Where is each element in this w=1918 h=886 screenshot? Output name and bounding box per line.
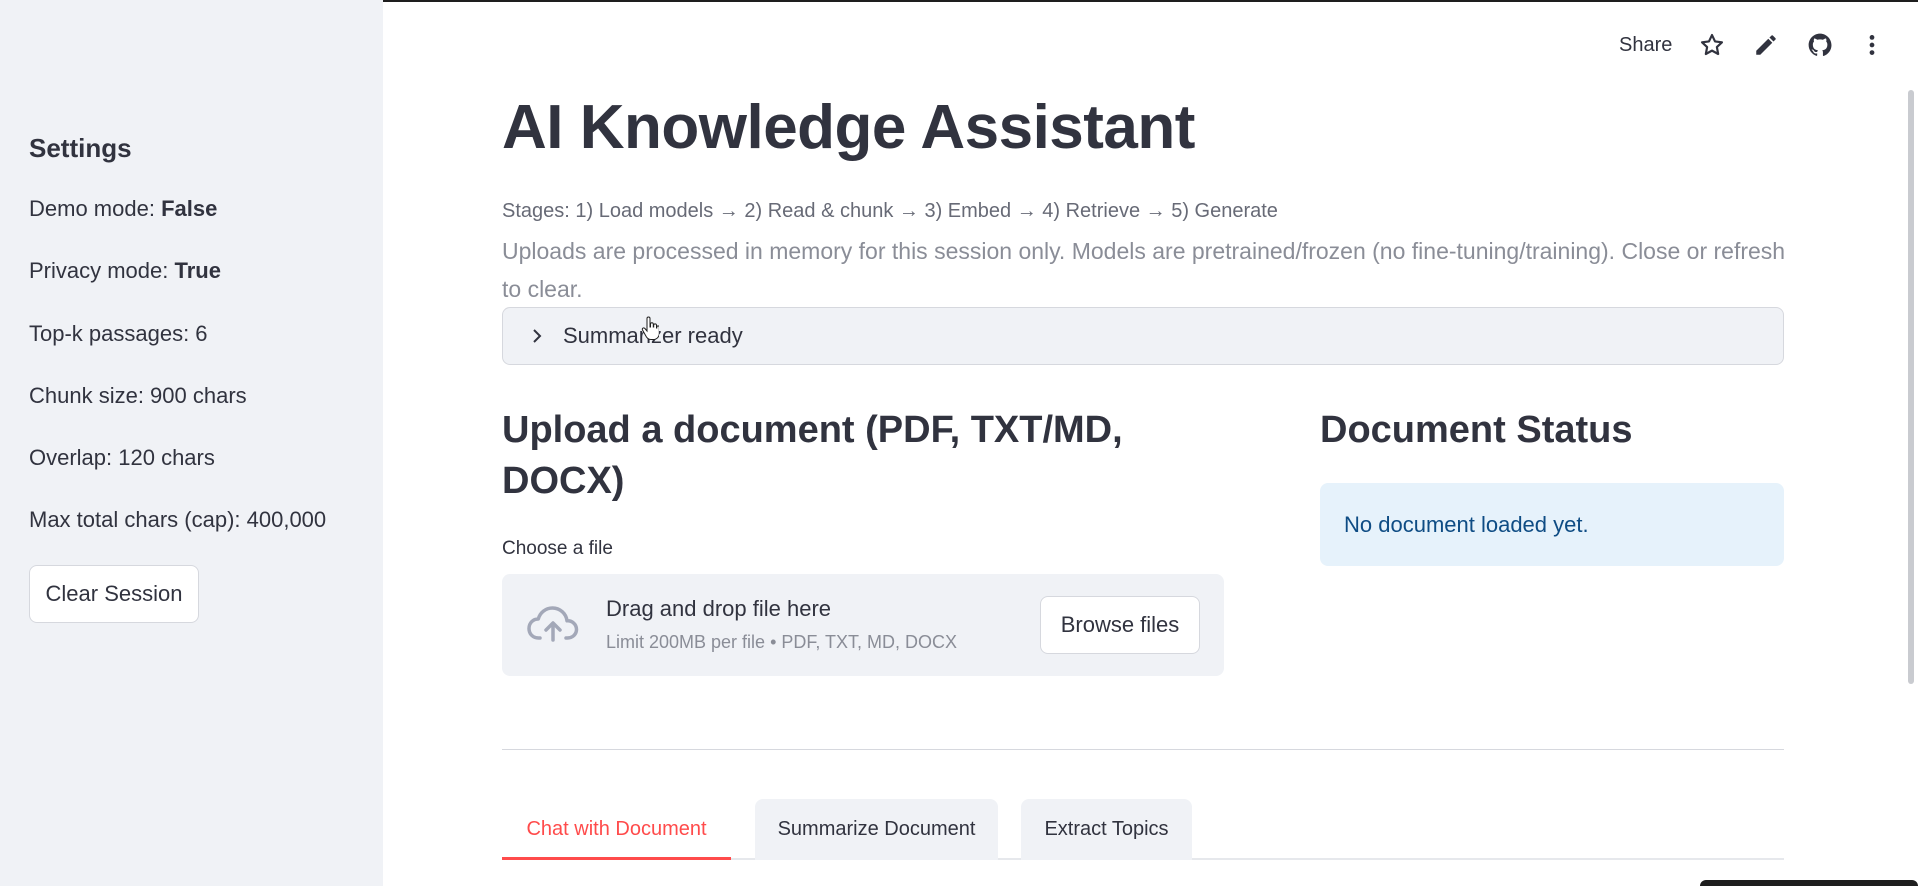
summarizer-expander[interactable]: Summarizer ready bbox=[502, 307, 1784, 365]
demo-mode-value: False bbox=[161, 196, 218, 221]
demo-mode-label: Demo mode: bbox=[29, 196, 162, 221]
edit-pencil-icon[interactable] bbox=[1753, 32, 1779, 58]
tab-chat-with-document[interactable]: Chat with Document bbox=[502, 799, 731, 860]
privacy-mode-label: Privacy mode: bbox=[29, 258, 175, 283]
github-icon[interactable] bbox=[1807, 32, 1833, 58]
file-dropzone[interactable]: Drag and drop file here Limit 200MB per … bbox=[502, 574, 1224, 676]
max-chars-setting: Max total chars (cap): 400,000 bbox=[29, 507, 327, 532]
page-title: AI Knowledge Assistant bbox=[502, 93, 1195, 162]
privacy-mode-value: True bbox=[174, 258, 221, 283]
status-message: No document loaded yet. bbox=[1344, 511, 1589, 537]
sidebar-title: Settings bbox=[29, 133, 132, 163]
document-status-heading: Document Status bbox=[1320, 409, 1633, 451]
privacy-note: Uploads are processed in memory for this… bbox=[502, 238, 1786, 302]
chevron-right-icon bbox=[533, 329, 542, 343]
active-tab-indicator bbox=[502, 857, 731, 860]
star-icon[interactable] bbox=[1699, 32, 1725, 58]
stages-caption: Stages: 1) Load models → 2) Read & chunk… bbox=[502, 200, 1278, 222]
bottom-corner-element bbox=[1700, 880, 1918, 886]
hand-cursor-icon bbox=[641, 316, 659, 340]
dropzone-instructions: Drag and drop file here bbox=[606, 596, 832, 621]
more-vertical-icon[interactable] bbox=[1859, 32, 1885, 58]
document-status-info: No document loaded yet. bbox=[1320, 483, 1784, 566]
upload-heading: Upload a document (PDF, TXT/MD, DOCX) bbox=[502, 409, 1123, 502]
cloud-upload-icon bbox=[527, 606, 579, 642]
overlap-setting: Overlap: 120 chars bbox=[29, 445, 215, 470]
share-button[interactable]: Share bbox=[1619, 34, 1672, 57]
section-divider bbox=[502, 749, 1784, 750]
tab-extract-topics[interactable]: Extract Topics bbox=[1021, 799, 1192, 860]
chunk-size-setting: Chunk size: 900 chars bbox=[29, 383, 247, 408]
clear-session-button[interactable]: Clear Session bbox=[29, 565, 199, 623]
privacy-mode-setting: Privacy mode: True bbox=[29, 258, 221, 284]
topk-setting: Top-k passages: 6 bbox=[29, 321, 208, 346]
browse-files-button[interactable]: Browse files bbox=[1040, 596, 1200, 654]
file-uploader-label: Choose a file bbox=[502, 538, 613, 559]
main-scrollbar[interactable] bbox=[1908, 90, 1914, 684]
demo-mode-setting: Demo mode: False bbox=[29, 196, 217, 222]
dropzone-limits: Limit 200MB per file • PDF, TXT, MD, DOC… bbox=[606, 632, 958, 652]
tab-summarize-document[interactable]: Summarize Document bbox=[755, 799, 998, 860]
sidebar: Settings Demo mode: False Privacy mode: … bbox=[0, 0, 383, 886]
